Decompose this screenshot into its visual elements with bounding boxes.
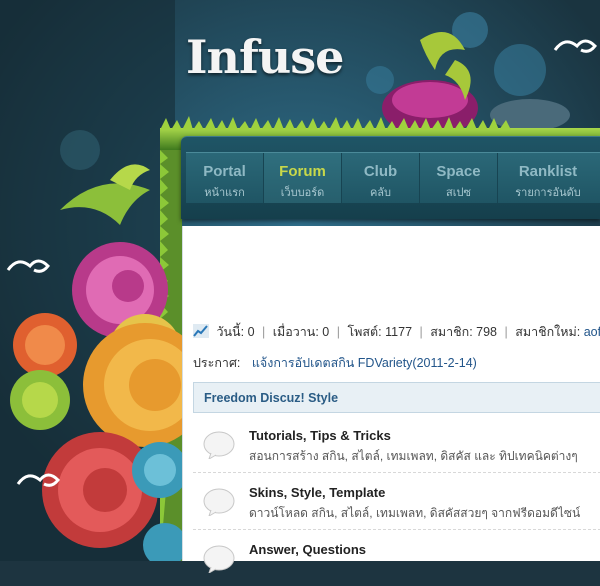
stats-today-label: วันนี้: bbox=[216, 325, 245, 339]
stats-members-value: 798 bbox=[476, 325, 498, 339]
forum-row[interactable]: Skins, Style, Template ดาวน์โหลด สกิน, ส… bbox=[193, 473, 600, 530]
divider: | bbox=[504, 325, 508, 339]
stats-posts-value: 1177 bbox=[385, 325, 413, 339]
divider: | bbox=[336, 325, 340, 339]
forum-content: วันนี้: 0 | เมื่อวาน: 0 | โพสต์: 1177 | … bbox=[182, 226, 600, 573]
stats-newest-label: สมาชิกใหม่: bbox=[515, 325, 581, 339]
category-title[interactable]: Freedom Discuz! Style bbox=[204, 391, 338, 405]
nav-item-ranklist[interactable]: Ranklist รายการอันดับ bbox=[498, 153, 598, 203]
forum-name[interactable]: Tutorials, Tips & Tricks bbox=[249, 428, 391, 443]
speech-bubble-icon bbox=[203, 545, 235, 573]
divider: | bbox=[262, 325, 266, 339]
newest-member-link[interactable]: aof636 bbox=[584, 325, 600, 339]
site-logo[interactable]: Infuse bbox=[186, 30, 344, 84]
nav-item-forum[interactable]: Forum เว็บบอร์ด bbox=[264, 153, 342, 203]
nav-item-sublabel: หน้าแรก bbox=[204, 187, 245, 199]
nav-item-club[interactable]: Club คลับ bbox=[342, 153, 420, 203]
nav-item-sublabel: คลับ bbox=[369, 187, 392, 199]
forum-name[interactable]: Answer, Questions bbox=[249, 542, 366, 557]
nav-item-label: Space bbox=[436, 163, 481, 180]
chart-icon bbox=[193, 324, 209, 338]
nav-item-sublabel: รายการอันดับ bbox=[515, 187, 581, 199]
forum-description: ดาวน์โหลด สกิน, สไตล์, เทมเพลท, ดิสคัสสว… bbox=[249, 506, 581, 520]
category-header[interactable]: Freedom Discuz! Style bbox=[193, 382, 600, 413]
stats-yesterday-label: เมื่อวาน: bbox=[272, 325, 319, 339]
speech-bubble-icon bbox=[203, 431, 235, 459]
nav-item-sublabel: เว็บบอร์ด bbox=[280, 187, 325, 199]
nav-item-label: Ranklist bbox=[518, 163, 578, 180]
announcement-link[interactable]: แจ้งการอัปเดตสกิน FDVariety(2011-2-14) bbox=[252, 356, 477, 370]
stats-members-label: สมาชิก: bbox=[430, 325, 473, 339]
announcement-label: ประกาศ: bbox=[193, 356, 241, 370]
forum-description: สอนการสร้าง สกิน, สไตล์, เทมเพลท, ดิสคัส… bbox=[249, 449, 578, 463]
stats-today-value: 0 bbox=[247, 325, 255, 339]
main-navigation: Portal หน้าแรก Forum เว็บบอร์ด Club คลับ… bbox=[181, 136, 600, 219]
announcement: ประกาศ: แจ้งการอัปเดตสกิน FDVariety(2011… bbox=[193, 353, 477, 373]
forum-row[interactable]: Answer, Questions bbox=[193, 530, 600, 586]
nav-item-space[interactable]: Space สเปซ bbox=[420, 153, 498, 203]
nav-item-label: Club bbox=[363, 163, 398, 180]
stats-yesterday-value: 0 bbox=[322, 325, 330, 339]
forum-row[interactable]: Tutorials, Tips & Tricks สอนการสร้าง สกิ… bbox=[193, 416, 600, 473]
speech-bubble-icon bbox=[203, 488, 235, 516]
nav-item-label: Forum bbox=[279, 163, 326, 180]
nav-item-portal[interactable]: Portal หน้าแรก bbox=[186, 153, 264, 203]
divider: | bbox=[419, 325, 423, 339]
nav-item-label: Portal bbox=[203, 163, 246, 180]
forum-stats: วันนี้: 0 | เมื่อวาน: 0 | โพสต์: 1177 | … bbox=[193, 322, 600, 342]
forum-name[interactable]: Skins, Style, Template bbox=[249, 485, 385, 500]
nav-item-sublabel: สเปซ bbox=[446, 187, 471, 199]
stats-posts-label: โพสต์: bbox=[347, 325, 382, 339]
